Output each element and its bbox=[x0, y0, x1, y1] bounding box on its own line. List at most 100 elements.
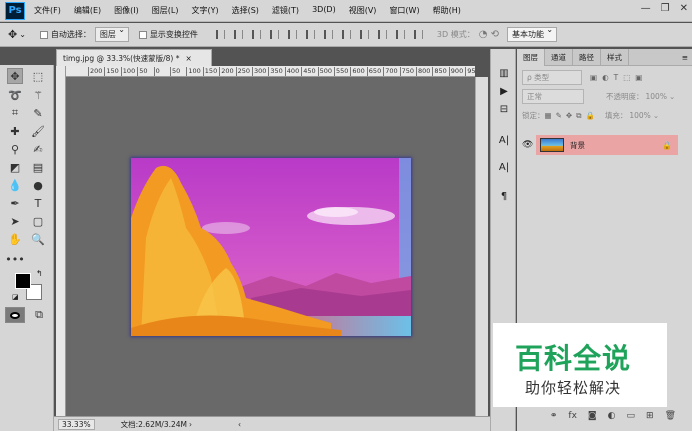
marquee-tool-icon[interactable]: ⬚ bbox=[30, 68, 46, 84]
path-select-icon[interactable]: ➤ bbox=[7, 213, 23, 229]
fill-value[interactable]: 100% bbox=[629, 111, 650, 120]
menu-edit[interactable]: 编辑(E) bbox=[74, 5, 101, 16]
chevron-down-icon[interactable]: ⌄ bbox=[19, 30, 26, 39]
distribute-left-icon[interactable] bbox=[377, 30, 387, 39]
distribute-hcenter-icon[interactable] bbox=[395, 30, 405, 39]
chevron-down-icon[interactable]: ⌄ bbox=[669, 92, 675, 101]
menu-help[interactable]: 帮助(H) bbox=[433, 5, 461, 16]
ruler-tick-label: 850 bbox=[432, 67, 447, 76]
opacity-value[interactable]: 100% bbox=[646, 92, 667, 101]
hand-tool-icon[interactable]: ✋ bbox=[7, 231, 23, 247]
auto-select-dropdown[interactable]: 图层 bbox=[94, 25, 129, 42]
new-group-icon[interactable]: ▭ bbox=[627, 411, 636, 425]
move-tool-icon[interactable]: ✥ bbox=[7, 68, 23, 84]
kind-filter-dropdown[interactable]: ρ 类型 bbox=[522, 70, 582, 85]
dodge-tool-icon[interactable]: ● bbox=[30, 177, 46, 193]
menu-3d[interactable]: 3D(D) bbox=[312, 5, 336, 16]
menu-file[interactable]: 文件(F) bbox=[34, 5, 61, 16]
tab-layers[interactable]: 图层 bbox=[517, 48, 545, 66]
status-menu-icon[interactable]: › bbox=[189, 420, 192, 429]
gradient-tool-icon[interactable]: ▤ bbox=[30, 159, 46, 175]
lasso-tool-icon[interactable]: ➰ bbox=[7, 87, 23, 103]
close-tab-icon[interactable]: × bbox=[185, 54, 191, 63]
scroll-left-icon[interactable]: ‹ bbox=[238, 420, 241, 429]
healing-brush-icon[interactable]: ✚ bbox=[7, 123, 23, 139]
main-menu: 文件(F) 编辑(E) 图像(I) 图层(L) 文字(Y) 选择(S) 滤镜(T… bbox=[34, 5, 474, 16]
delete-layer-icon[interactable]: 🗑 bbox=[665, 411, 676, 425]
ruler-tick-label: 50 bbox=[170, 67, 181, 76]
add-mask-icon[interactable]: ◙ bbox=[588, 411, 597, 425]
properties-icon[interactable]: ⊟ bbox=[497, 102, 511, 116]
move-tool-icon[interactable]: ✥ bbox=[8, 28, 17, 41]
restore-button[interactable]: ❐ bbox=[661, 3, 670, 14]
zoom-level[interactable]: 33.33% bbox=[58, 418, 95, 430]
filter-icons[interactable]: ▣◐T⬚▣ bbox=[590, 73, 647, 82]
distribute-top-icon[interactable] bbox=[323, 30, 333, 39]
align-hcenter-icon[interactable] bbox=[287, 30, 297, 39]
document-image[interactable] bbox=[131, 158, 411, 336]
foreground-color-swatch[interactable] bbox=[15, 273, 31, 289]
layer-name[interactable]: 背景 bbox=[570, 140, 585, 151]
shape-tool-icon[interactable]: ▢ bbox=[30, 213, 46, 229]
menu-select[interactable]: 选择(S) bbox=[232, 5, 259, 16]
auto-select-checkbox[interactable] bbox=[39, 30, 48, 39]
panel-menu-icon[interactable]: ≡ bbox=[676, 50, 692, 65]
lock-icons[interactable]: ▦✎✥⧉🔒 bbox=[545, 111, 599, 121]
character-panel-icon[interactable]: A| bbox=[497, 160, 511, 174]
pen-tool-icon[interactable]: ✒ bbox=[7, 195, 23, 211]
align-top-icon[interactable] bbox=[215, 30, 225, 39]
status-bar: 33.33% 文档:2.62M/3.24M › ‹ bbox=[54, 416, 490, 431]
type-tool-icon[interactable]: T bbox=[30, 195, 46, 211]
screen-mode-icon[interactable]: ⧉ bbox=[31, 307, 47, 323]
fx-icon[interactable]: fx bbox=[568, 411, 577, 425]
minimize-button[interactable]: — bbox=[641, 3, 651, 14]
blend-mode-dropdown[interactable]: 正常 bbox=[522, 89, 584, 104]
align-vcenter-icon[interactable] bbox=[233, 30, 243, 39]
menu-view[interactable]: 视图(V) bbox=[349, 5, 377, 16]
clone-stamp-icon[interactable]: ⚲ bbox=[7, 141, 23, 157]
blur-tool-icon[interactable]: 💧 bbox=[7, 177, 23, 193]
menu-filter[interactable]: 滤镜(T) bbox=[272, 5, 299, 16]
actions-icon[interactable]: ▶ bbox=[497, 84, 511, 98]
align-right-icon[interactable] bbox=[305, 30, 315, 39]
menu-image[interactable]: 图像(I) bbox=[114, 5, 139, 16]
eraser-tool-icon[interactable]: ◩ bbox=[7, 159, 23, 175]
align-left-icon[interactable] bbox=[269, 30, 279, 39]
history-icon[interactable]: ▥ bbox=[497, 66, 511, 80]
document-tab[interactable]: timg.jpg @ 33.3%(快速蒙版/8) * × bbox=[56, 49, 212, 66]
close-button[interactable]: ✕ bbox=[680, 3, 688, 14]
align-bottom-icon[interactable] bbox=[251, 30, 261, 39]
character-icon[interactable]: A| bbox=[497, 133, 511, 147]
workspace-dropdown[interactable]: 基本功能 bbox=[507, 25, 558, 42]
menu-type[interactable]: 文字(Y) bbox=[191, 5, 218, 16]
zoom-tool-icon[interactable]: 🔍 bbox=[30, 231, 46, 247]
chevron-down-icon[interactable]: ⌄ bbox=[653, 111, 659, 120]
swap-colors-icon[interactable]: ↰ bbox=[36, 269, 43, 278]
default-colors-icon[interactable]: ◪ bbox=[12, 293, 19, 301]
orbit-3d-icon[interactable]: ◔ ⟲ bbox=[479, 29, 499, 40]
tab-channels[interactable]: 通道 bbox=[545, 48, 573, 66]
distribute-bottom-icon[interactable] bbox=[359, 30, 369, 39]
quick-mask-icon[interactable] bbox=[5, 307, 25, 323]
vertical-scrollbar[interactable] bbox=[475, 77, 488, 416]
distribute-vcenter-icon[interactable] bbox=[341, 30, 351, 39]
panel-tabs: 图层 通道 路径 样式 ≡ bbox=[517, 48, 692, 66]
show-transform-checkbox[interactable] bbox=[138, 30, 147, 39]
adjustment-layer-icon[interactable]: ◐ bbox=[608, 411, 616, 425]
crop-tool-icon[interactable]: ⌗ bbox=[7, 105, 23, 121]
magic-wand-icon[interactable]: ⚚ bbox=[30, 87, 46, 103]
distribute-right-icon[interactable] bbox=[413, 30, 423, 39]
layer-row[interactable]: 背景 🔒 bbox=[536, 135, 678, 155]
history-brush-icon[interactable]: ✍ bbox=[30, 141, 46, 157]
eyedropper-icon[interactable]: ✎ bbox=[30, 105, 46, 121]
paragraph-icon[interactable]: ¶ bbox=[497, 189, 511, 203]
new-layer-icon[interactable]: ⊞ bbox=[646, 411, 654, 425]
menu-layer[interactable]: 图层(L) bbox=[152, 5, 179, 16]
tab-styles[interactable]: 样式 bbox=[601, 48, 629, 66]
menu-window[interactable]: 窗口(W) bbox=[389, 5, 419, 16]
brush-tool-icon[interactable]: 🖌 bbox=[30, 123, 46, 139]
more-tools-icon[interactable]: ••• bbox=[5, 251, 24, 267]
tab-paths[interactable]: 路径 bbox=[573, 48, 601, 66]
link-layers-icon[interactable]: ⚭ bbox=[550, 411, 558, 425]
eye-icon[interactable]: 👁 bbox=[522, 140, 533, 150]
